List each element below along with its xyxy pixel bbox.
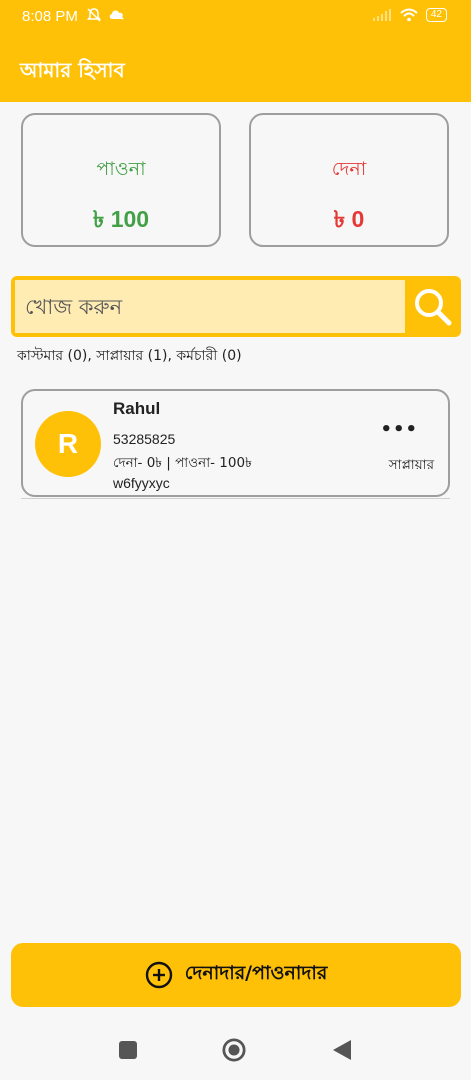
- contact-type: সাপ্লায়ার: [388, 457, 434, 473]
- contact-balance: দেনা- 0৳ | পাওনা- 100৳: [113, 455, 252, 471]
- back-icon: [333, 1040, 351, 1060]
- recents-icon: [119, 1041, 137, 1059]
- plus-circle-icon: [145, 961, 172, 989]
- payable-card[interactable]: দেনা ৳ 0: [249, 113, 449, 247]
- search-input[interactable]: [15, 280, 405, 333]
- status-time: 8:08 PM: [22, 8, 78, 25]
- cloud-icon: [109, 10, 124, 20]
- home-icon: [222, 1038, 246, 1062]
- payable-amount: ৳ 0: [333, 206, 365, 232]
- contact-name: Rahul: [113, 399, 161, 418]
- contact-phone: 53285825: [113, 431, 176, 447]
- contact-counts: কাস্টমার (0), সাপ্লায়ার (1), কর্মচারী (…: [17, 348, 242, 364]
- receivable-label: পাওনা: [96, 158, 146, 180]
- recents-button[interactable]: [116, 1038, 140, 1062]
- signal-icon: [372, 9, 391, 21]
- contact-code: w6fyyxyc: [113, 475, 170, 491]
- search-button[interactable]: [407, 280, 459, 333]
- contact-card[interactable]: R Rahul 53285825 দেনা- 0৳ | পাওনা- 100৳ …: [21, 389, 450, 497]
- add-contact-label: দেনাদার/পাওনাদার: [184, 962, 328, 984]
- wifi-icon: [400, 8, 418, 22]
- mute-bell-icon: [87, 8, 101, 22]
- payable-label: দেনা: [331, 158, 367, 180]
- home-button[interactable]: [222, 1038, 246, 1062]
- add-contact-button[interactable]: দেনাদার/পাওনাদার: [11, 943, 461, 1007]
- divider: [21, 498, 450, 499]
- search-bar: [11, 276, 461, 337]
- battery-icon: 42: [425, 8, 447, 22]
- receivable-card[interactable]: পাওনা ৳ 100: [21, 113, 221, 247]
- more-options-icon[interactable]: •••: [380, 419, 418, 440]
- system-nav-bar: [0, 1018, 471, 1080]
- back-button[interactable]: [330, 1038, 354, 1062]
- status-bar: 8:08 PM 42: [0, 0, 471, 36]
- app-bar: আমার হিসাব: [0, 36, 471, 102]
- avatar: R: [35, 411, 101, 477]
- search-icon: [415, 288, 452, 325]
- page-title: আমার হিসাব: [20, 58, 125, 82]
- receivable-amount: ৳ 100: [92, 206, 150, 232]
